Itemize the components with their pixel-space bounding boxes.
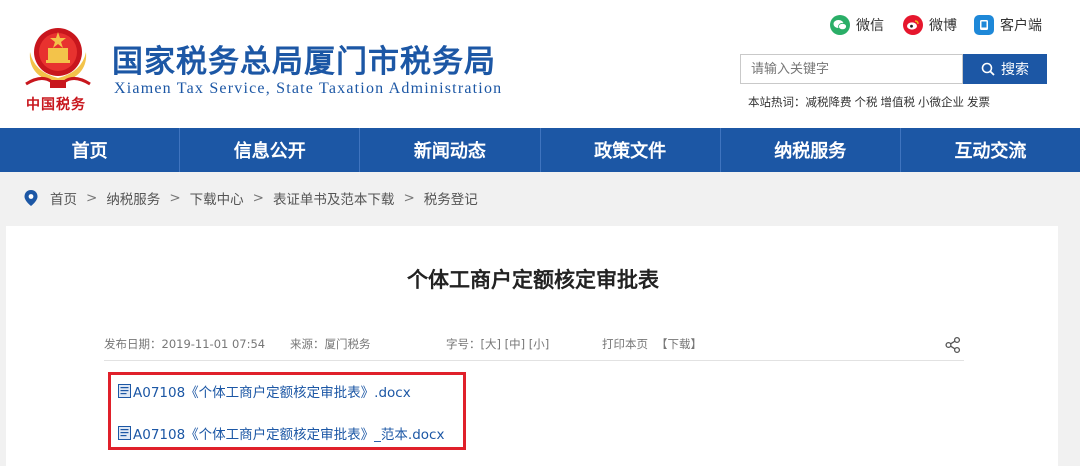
- wechat-link[interactable]: 微信: [830, 14, 884, 36]
- attachment-link[interactable]: A07108《个体工商户定额核定审批表》_范本.docx: [118, 423, 444, 443]
- national-emblem-icon[interactable]: [22, 22, 94, 90]
- font-size-selector[interactable]: 字号：[大] [中] [小]: [446, 336, 549, 352]
- breadcrumb-item-tax-registration[interactable]: 税务登记: [424, 188, 478, 208]
- site-title[interactable]: 国家税务总局厦门市税务局: [112, 36, 496, 81]
- nav-item-interaction[interactable]: 互动交流: [901, 128, 1080, 172]
- wechat-label: 微信: [856, 18, 884, 34]
- nav-item-news[interactable]: 新闻动态: [360, 128, 541, 172]
- download-link[interactable]: 【下载】: [656, 336, 702, 352]
- client-label: 客户端: [1000, 18, 1042, 34]
- main-nav: 首页 信息公开 新闻动态 政策文件 纳税服务 互动交流: [0, 128, 1080, 172]
- breadcrumb-separator: >: [169, 190, 181, 206]
- hot-words: 本站热词：减税降费 个税 增值税 小微企业 发票: [748, 94, 993, 110]
- article-source: 来源：厦门税务: [290, 337, 371, 351]
- attachment-name: A07108《个体工商户定额核定审批表》.docx: [133, 385, 411, 401]
- search-button[interactable]: 搜索: [963, 54, 1047, 84]
- breadcrumb-item-forms[interactable]: 表证单书及范本下载: [273, 188, 395, 208]
- wechat-icon: [830, 15, 850, 35]
- hot-word[interactable]: 小微企业: [918, 95, 964, 109]
- weibo-link[interactable]: 微博: [903, 14, 957, 36]
- emblem-caption: 中国税务: [26, 97, 86, 113]
- breadcrumb-item-download-center[interactable]: 下载中心: [190, 188, 244, 208]
- hot-word[interactable]: 发票: [967, 95, 990, 109]
- breadcrumb: 首页 > 纳税服务 > 下载中心 > 表证单书及范本下载 > 税务登记: [24, 186, 478, 210]
- breadcrumb-separator: >: [252, 190, 264, 206]
- attachment-link[interactable]: A07108《个体工商户定额核定审批表》.docx: [118, 381, 411, 401]
- search-button-label: 搜索: [1001, 62, 1029, 78]
- breadcrumb-separator: >: [403, 190, 415, 206]
- location-pin-icon: [24, 190, 38, 206]
- weibo-icon: [903, 15, 923, 35]
- client-link[interactable]: 客户端: [974, 14, 1042, 36]
- article-title: 个体工商户定额核定审批表: [407, 268, 659, 292]
- nav-item-tax-service[interactable]: 纳税服务: [721, 128, 901, 172]
- hot-word[interactable]: 个税: [855, 95, 878, 109]
- breadcrumb-item-tax-service[interactable]: 纳税服务: [106, 188, 160, 208]
- breadcrumb-item-home[interactable]: 首页: [50, 188, 77, 208]
- document-icon: [118, 384, 131, 398]
- publish-date: 发布日期：2019-11-01 07:54: [104, 337, 266, 351]
- hot-words-label: 本站热词：: [748, 95, 806, 109]
- share-icon[interactable]: [944, 336, 962, 354]
- nav-item-home[interactable]: 首页: [0, 128, 181, 172]
- search-input[interactable]: [740, 54, 963, 84]
- hot-word[interactable]: 增值税: [881, 95, 916, 109]
- breadcrumb-separator: >: [86, 190, 98, 206]
- document-icon: [118, 426, 131, 440]
- print-link[interactable]: 打印本页: [602, 336, 648, 352]
- hot-word[interactable]: 减税降费: [806, 95, 852, 109]
- client-icon: [974, 15, 994, 35]
- site-subtitle: Xiamen Tax Service, State Taxation Admin…: [114, 80, 503, 97]
- meta-divider: [104, 360, 964, 361]
- search-icon: [981, 62, 995, 76]
- weibo-label: 微博: [929, 18, 957, 34]
- nav-item-info-disclosure[interactable]: 信息公开: [180, 128, 361, 172]
- nav-item-policy[interactable]: 政策文件: [541, 128, 721, 172]
- site-header: 中国税务 国家税务总局厦门市税务局 Xiamen Tax Service, St…: [0, 0, 1080, 128]
- attachment-name: A07108《个体工商户定额核定审批表》_范本.docx: [133, 427, 445, 443]
